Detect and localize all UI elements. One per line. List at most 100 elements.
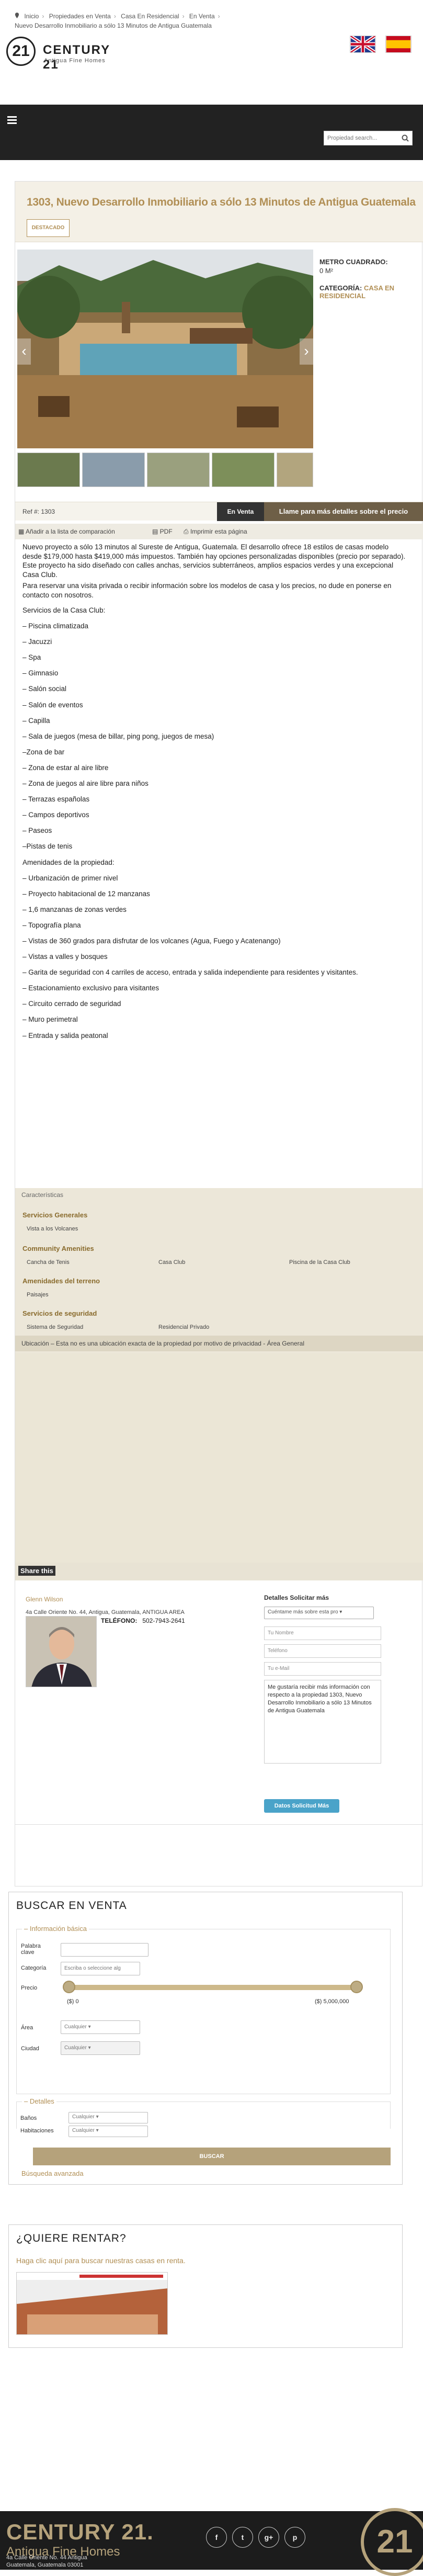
breadcrumb-link-casa[interactable]: Casa En Residencial [121,13,179,20]
price-slider[interactable] [63,1981,363,1993]
ref-number: Ref #: 1303 [22,508,55,515]
location-note: Ubicación – Esta no es una ubicación exa… [15,1336,423,1351]
details-legend[interactable]: – Detalles [22,2097,56,2105]
spanish-flag-icon[interactable] [385,36,411,53]
print-link[interactable]: ⎙ Imprimir esta página [184,528,247,536]
desc-intro: Nuevo proyecto a sólo 13 minutos al Sure… [22,543,406,579]
property-info: METRO CUADRADO: 0 M² CATEGORÍA: CASA EN … [319,258,419,300]
contact-title: Detalles Solicitar más [264,1594,329,1601]
area-label: Área [21,2025,33,2031]
breadcrumb: Inicio › Propiedades en Venta › Casa En Re… [15,12,223,30]
thumbnail[interactable] [212,453,275,487]
basic-legend[interactable]: – Información básica [22,1925,89,1933]
agent-phone: TELÉFONO: 502-7943-2641 [101,1617,185,1624]
twitter-icon[interactable]: t [232,2527,253,2548]
char-item: Cancha de Tenis [27,1259,70,1266]
city-select[interactable]: Cualquier ▾ [61,2041,140,2055]
list-item: – Capilla [22,716,50,725]
map-area[interactable] [15,1353,423,1563]
english-flag-icon[interactable] [350,36,376,53]
name-field[interactable]: Tu Nombre [264,1626,381,1640]
featured-badge: DESTACADO [27,219,70,237]
list-item: – Piscina climatizada [22,622,89,630]
thumbnail[interactable] [147,453,210,487]
banos-label: Baños [20,2115,37,2121]
facebook-icon[interactable]: f [206,2527,227,2548]
phone-field[interactable]: Teléfono [264,1644,381,1658]
search-input[interactable] [324,131,397,145]
buscar-title: BUSCAR EN VENTA [16,1900,127,1912]
pdf-link[interactable]: ▤ PDF [152,528,173,535]
category-label: Categoría [21,1965,47,1971]
google-plus-icon[interactable]: g+ [258,2527,279,2548]
contact-form: Detalles Solicitar más Cuéntame más sobr… [264,1594,400,1813]
search-icon[interactable] [402,134,409,142]
list-item: –Zona de bar [22,748,65,756]
message-field[interactable]: Me gustaría recibir más información con … [264,1680,381,1764]
agent-address: 4a Calle Oriente No. 44, Antigua, Guatem… [26,1609,185,1615]
char-section-title: Community Amenities [22,1245,94,1252]
char-item: Casa Club [158,1259,186,1266]
desc-intro2: Para reservar una visita privada o recib… [22,582,392,599]
breadcrumb-link-inicio[interactable]: Inicio [24,13,39,20]
buscar-button[interactable]: BUSCAR [33,2148,391,2165]
banos-select[interactable]: Cualquier ▾ [68,2112,148,2123]
thumbnail[interactable] [277,453,313,487]
price-max: ($) 5,000,000 [315,1998,349,2005]
price-min-handle[interactable] [63,1981,75,1993]
menu-icon[interactable] [7,116,17,125]
pinterest-icon[interactable]: p [284,2527,305,2548]
buscar-panel: BUSCAR EN VENTA – Información básica Pal… [8,1892,403,2185]
resort-photo [17,250,313,448]
hab-select[interactable]: Cualquier ▾ [68,2126,148,2137]
prev-photo-button[interactable]: ‹ [17,338,31,365]
keyword-label: Palabra clave [21,1943,41,1956]
list-item: – Vistas de 360 grados para disfrutar de… [22,936,281,945]
hab-label: Habitaciones [20,2128,54,2134]
category-input[interactable]: Escriba o seleccione alg [61,1962,140,1975]
divider [15,1824,423,1825]
main-photo[interactable]: ‹ › [17,250,313,448]
inquiry-select[interactable]: Cuéntame más sobre esta pro ▾ [264,1607,374,1619]
site-logo[interactable]: 21 CENTURY 21 Antigua Fine Homes [6,31,127,73]
thumbnail[interactable] [17,453,80,487]
rentar-image[interactable] [16,2272,168,2335]
char-item: Sistema de Seguridad [27,1324,84,1330]
categoria-label: CATEGORÍA: CASA EN RESIDENCIAL [319,284,395,300]
char-item: Piscina de la Casa Club [289,1259,350,1266]
footer-address: 4a Calle Oriente No. 44 Antigua Guatemal… [6,2555,87,2568]
map-pin-icon [15,13,19,18]
request-info-button[interactable]: Datos Solicitud Más [264,1799,339,1813]
language-switcher [342,36,411,54]
breadcrumb-link-propiedades[interactable]: Propiedades en Venta [49,13,111,20]
price-label: Precio [21,1985,38,1991]
list-item: – Garita de seguridad con 4 carriles de … [22,968,358,977]
breadcrumb-link-venta[interactable]: En Venta [189,13,215,20]
keyword-input[interactable] [61,1943,148,1957]
search-box [324,131,413,145]
thumbnail[interactable] [82,453,145,487]
footer-logo-mark: 21 [361,2508,423,2576]
list-item: – Gimnasio [22,669,59,677]
list-item: – Zona de juegos al aire libre para niño… [22,779,148,788]
price-max-handle[interactable] [350,1981,363,1993]
list-item: – Sala de juegos (mesa de billar, ping p… [22,732,214,740]
metro-label: METRO CUADRADO: [319,258,388,266]
list-item: – Vistas a valles y bosques [22,953,108,961]
compare-link[interactable]: ▦ Añadir a la lista de comparación [18,528,115,535]
area-select[interactable]: Cualquier ▾ [61,2020,140,2034]
city-label: Ciudad [21,2046,39,2052]
metro-value: 0 M² [319,267,333,275]
list-item: – Zona de estar al aire libre [22,763,109,772]
rentar-link[interactable]: Haga clic aquí para buscar nuestras casa… [16,2256,186,2265]
rentar-panel: ¿QUIERE RENTAR? Haga clic aquí para busc… [8,2224,403,2348]
email-field[interactable]: Tu e-Mail [264,1662,381,1676]
agent-name[interactable]: Glenn Wilson [26,1596,63,1603]
share-button[interactable]: Share this [18,1566,55,1576]
list-item: – Muro perimetral [22,1015,78,1024]
property-panel: 1303, Nuevo Desarrollo Inmobiliario a só… [15,181,423,1886]
logo-sub: Antigua Fine Homes [44,58,106,64]
next-photo-button[interactable]: › [300,338,313,365]
advanced-search-link[interactable]: Búsqueda avanzada [21,2170,84,2177]
list-item: – Salón social [22,685,67,693]
